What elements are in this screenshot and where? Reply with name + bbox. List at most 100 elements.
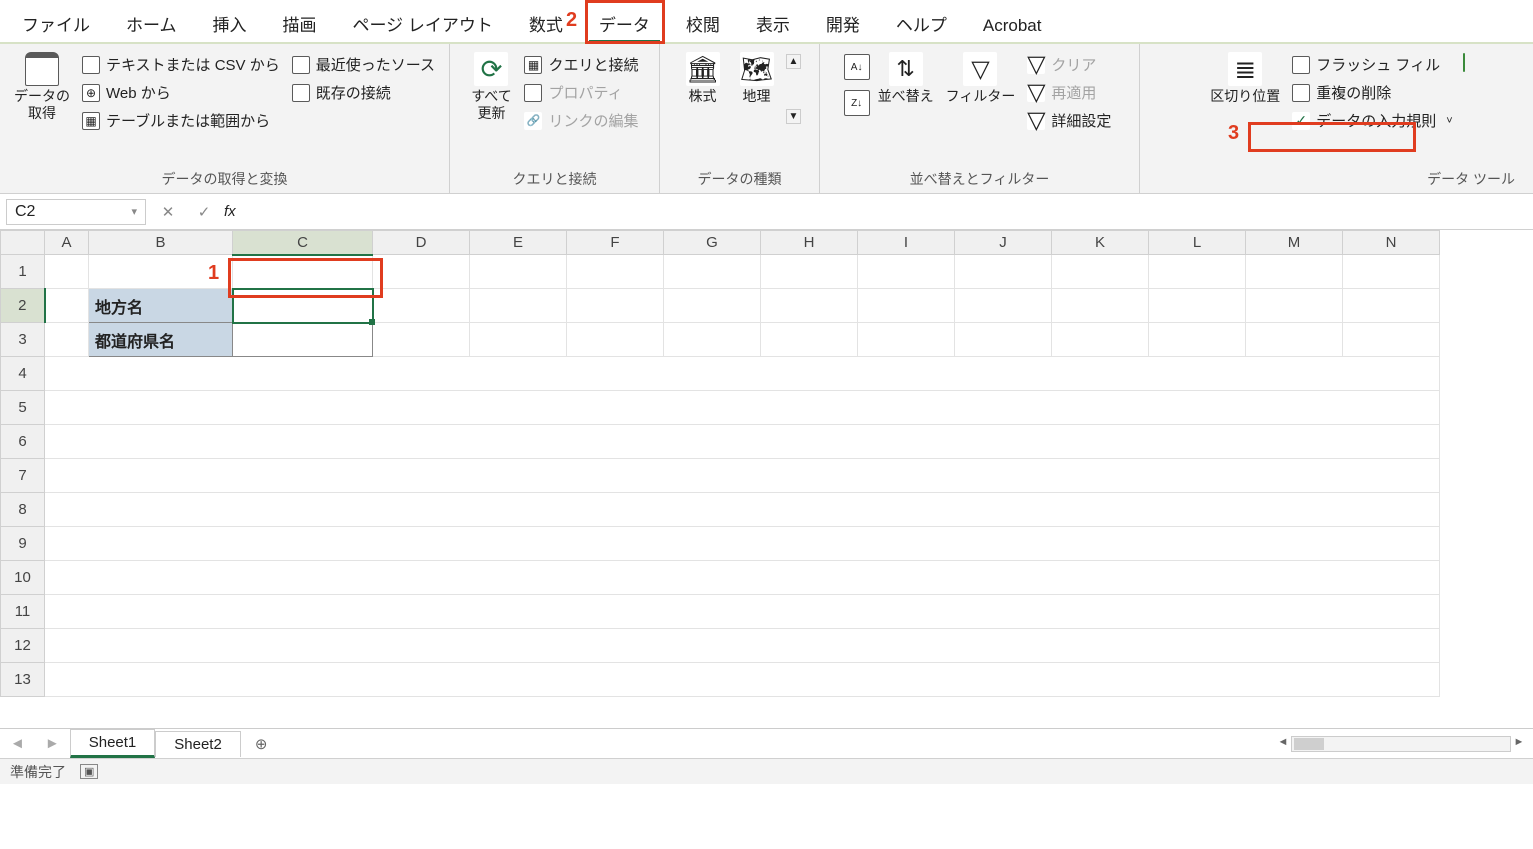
- cell-M1[interactable]: [1246, 255, 1343, 289]
- advanced-filter-button[interactable]: 詳細設定: [1023, 108, 1115, 133]
- select-all-corner[interactable]: [1, 231, 45, 255]
- cell-L2[interactable]: [1149, 289, 1246, 323]
- scroll-track[interactable]: [1291, 736, 1511, 752]
- cell-M2[interactable]: [1246, 289, 1343, 323]
- row-header-12[interactable]: 12: [1, 629, 45, 663]
- tab-acrobat[interactable]: Acrobat: [965, 8, 1060, 42]
- sheet-nav-prev[interactable]: ◄: [0, 735, 35, 752]
- datatype-up-button[interactable]: ▲: [786, 54, 802, 69]
- spreadsheet-grid[interactable]: A B C D E F G H I J K L M N 1 2地方名 3都道府県…: [0, 230, 1533, 728]
- cancel-formula-button[interactable]: ✕: [150, 203, 186, 221]
- row-header-9[interactable]: 9: [1, 527, 45, 561]
- cell-D3[interactable]: [373, 323, 470, 357]
- cell-F2[interactable]: [567, 289, 664, 323]
- row-header-11[interactable]: 11: [1, 595, 45, 629]
- properties-button[interactable]: プロパティ: [520, 80, 642, 105]
- scroll-right-button[interactable]: ►: [1511, 736, 1527, 752]
- remove-dup-button[interactable]: 重複の削除: [1288, 80, 1456, 105]
- cell-G1[interactable]: [664, 255, 761, 289]
- cell-row4[interactable]: [45, 357, 1440, 391]
- cell-row13[interactable]: [45, 663, 1440, 697]
- col-header-C[interactable]: C: [233, 231, 373, 255]
- cell-row8[interactable]: [45, 493, 1440, 527]
- cell-E3[interactable]: [470, 323, 567, 357]
- refresh-all-button[interactable]: すべて 更新: [466, 48, 516, 122]
- col-header-E[interactable]: E: [470, 231, 567, 255]
- row-header-7[interactable]: 7: [1, 459, 45, 493]
- cell-K1[interactable]: [1052, 255, 1149, 289]
- col-header-K[interactable]: K: [1052, 231, 1149, 255]
- tab-insert[interactable]: 挿入: [195, 3, 265, 42]
- tab-view[interactable]: 表示: [738, 3, 808, 42]
- text-to-columns-button[interactable]: 区切り位置: [1206, 48, 1284, 105]
- flash-fill-button[interactable]: フラッシュ フィル: [1288, 52, 1456, 77]
- add-sheet-button[interactable]: ⊕: [241, 735, 282, 753]
- row-header-13[interactable]: 13: [1, 663, 45, 697]
- cell-N1[interactable]: [1343, 255, 1440, 289]
- from-web-button[interactable]: Web から: [78, 80, 284, 105]
- cell-L3[interactable]: [1149, 323, 1246, 357]
- cell-row12[interactable]: [45, 629, 1440, 663]
- tab-layout[interactable]: ページ レイアウト: [335, 3, 511, 42]
- row-header-5[interactable]: 5: [1, 391, 45, 425]
- cell-H2[interactable]: [761, 289, 858, 323]
- col-header-L[interactable]: L: [1149, 231, 1246, 255]
- row-header-3[interactable]: 3: [1, 323, 45, 357]
- consolidate-button[interactable]: [1461, 48, 1467, 77]
- tab-home[interactable]: ホーム: [108, 3, 195, 42]
- scroll-left-button[interactable]: ◄: [1275, 736, 1291, 752]
- col-header-I[interactable]: I: [858, 231, 955, 255]
- sheet-tab-2[interactable]: Sheet2: [155, 731, 241, 757]
- cell-B3[interactable]: 都道府県名: [89, 323, 233, 357]
- formula-input[interactable]: [238, 203, 1533, 221]
- enter-formula-button[interactable]: ✓: [186, 203, 222, 221]
- cell-N3[interactable]: [1343, 323, 1440, 357]
- cell-K2[interactable]: [1052, 289, 1149, 323]
- get-data-button[interactable]: データの 取得: [10, 48, 74, 122]
- col-header-A[interactable]: A: [45, 231, 89, 255]
- row-header-6[interactable]: 6: [1, 425, 45, 459]
- cell-L1[interactable]: [1149, 255, 1246, 289]
- sort-button[interactable]: 並べ替え: [874, 48, 938, 105]
- cell-row9[interactable]: [45, 527, 1440, 561]
- reapply-button[interactable]: 再適用: [1023, 80, 1115, 105]
- cell-A1[interactable]: [45, 255, 89, 289]
- sort-desc-button[interactable]: [844, 90, 870, 116]
- col-header-G[interactable]: G: [664, 231, 761, 255]
- row-header-4[interactable]: 4: [1, 357, 45, 391]
- macro-record-icon[interactable]: ▣: [80, 764, 98, 779]
- cell-J2[interactable]: [955, 289, 1052, 323]
- row-header-2[interactable]: 2: [1, 289, 45, 323]
- cell-B2[interactable]: 地方名: [89, 289, 233, 323]
- col-header-N[interactable]: N: [1343, 231, 1440, 255]
- cell-D2[interactable]: [373, 289, 470, 323]
- datatype-down-button[interactable]: ▼: [786, 109, 802, 124]
- cell-C1[interactable]: [233, 255, 373, 289]
- sort-asc-button[interactable]: [844, 54, 870, 80]
- edit-links-button[interactable]: リンクの編集: [520, 108, 642, 133]
- data-validation-button[interactable]: データの入力規則˅: [1288, 108, 1456, 133]
- existing-conn-button[interactable]: 既存の接続: [288, 80, 439, 105]
- col-header-B[interactable]: B: [89, 231, 233, 255]
- tab-file[interactable]: ファイル: [4, 3, 108, 42]
- tab-review[interactable]: 校閲: [668, 3, 738, 42]
- cell-C2[interactable]: [233, 289, 373, 323]
- row-header-10[interactable]: 10: [1, 561, 45, 595]
- tab-help[interactable]: ヘルプ: [878, 3, 965, 42]
- cell-row11[interactable]: [45, 595, 1440, 629]
- cell-G2[interactable]: [664, 289, 761, 323]
- cell-F1[interactable]: [567, 255, 664, 289]
- queries-button[interactable]: クエリと接続: [520, 52, 642, 77]
- row-header-8[interactable]: 8: [1, 493, 45, 527]
- cell-D1[interactable]: [373, 255, 470, 289]
- cell-B1[interactable]: [89, 255, 233, 289]
- scroll-thumb[interactable]: [1294, 738, 1324, 750]
- col-header-H[interactable]: H: [761, 231, 858, 255]
- cell-G3[interactable]: [664, 323, 761, 357]
- cell-H3[interactable]: [761, 323, 858, 357]
- from-table-button[interactable]: テーブルまたは範囲から: [78, 108, 284, 133]
- col-header-D[interactable]: D: [373, 231, 470, 255]
- filter-button[interactable]: フィルター: [942, 48, 1020, 105]
- tab-draw[interactable]: 描画: [265, 3, 335, 42]
- cell-I1[interactable]: [858, 255, 955, 289]
